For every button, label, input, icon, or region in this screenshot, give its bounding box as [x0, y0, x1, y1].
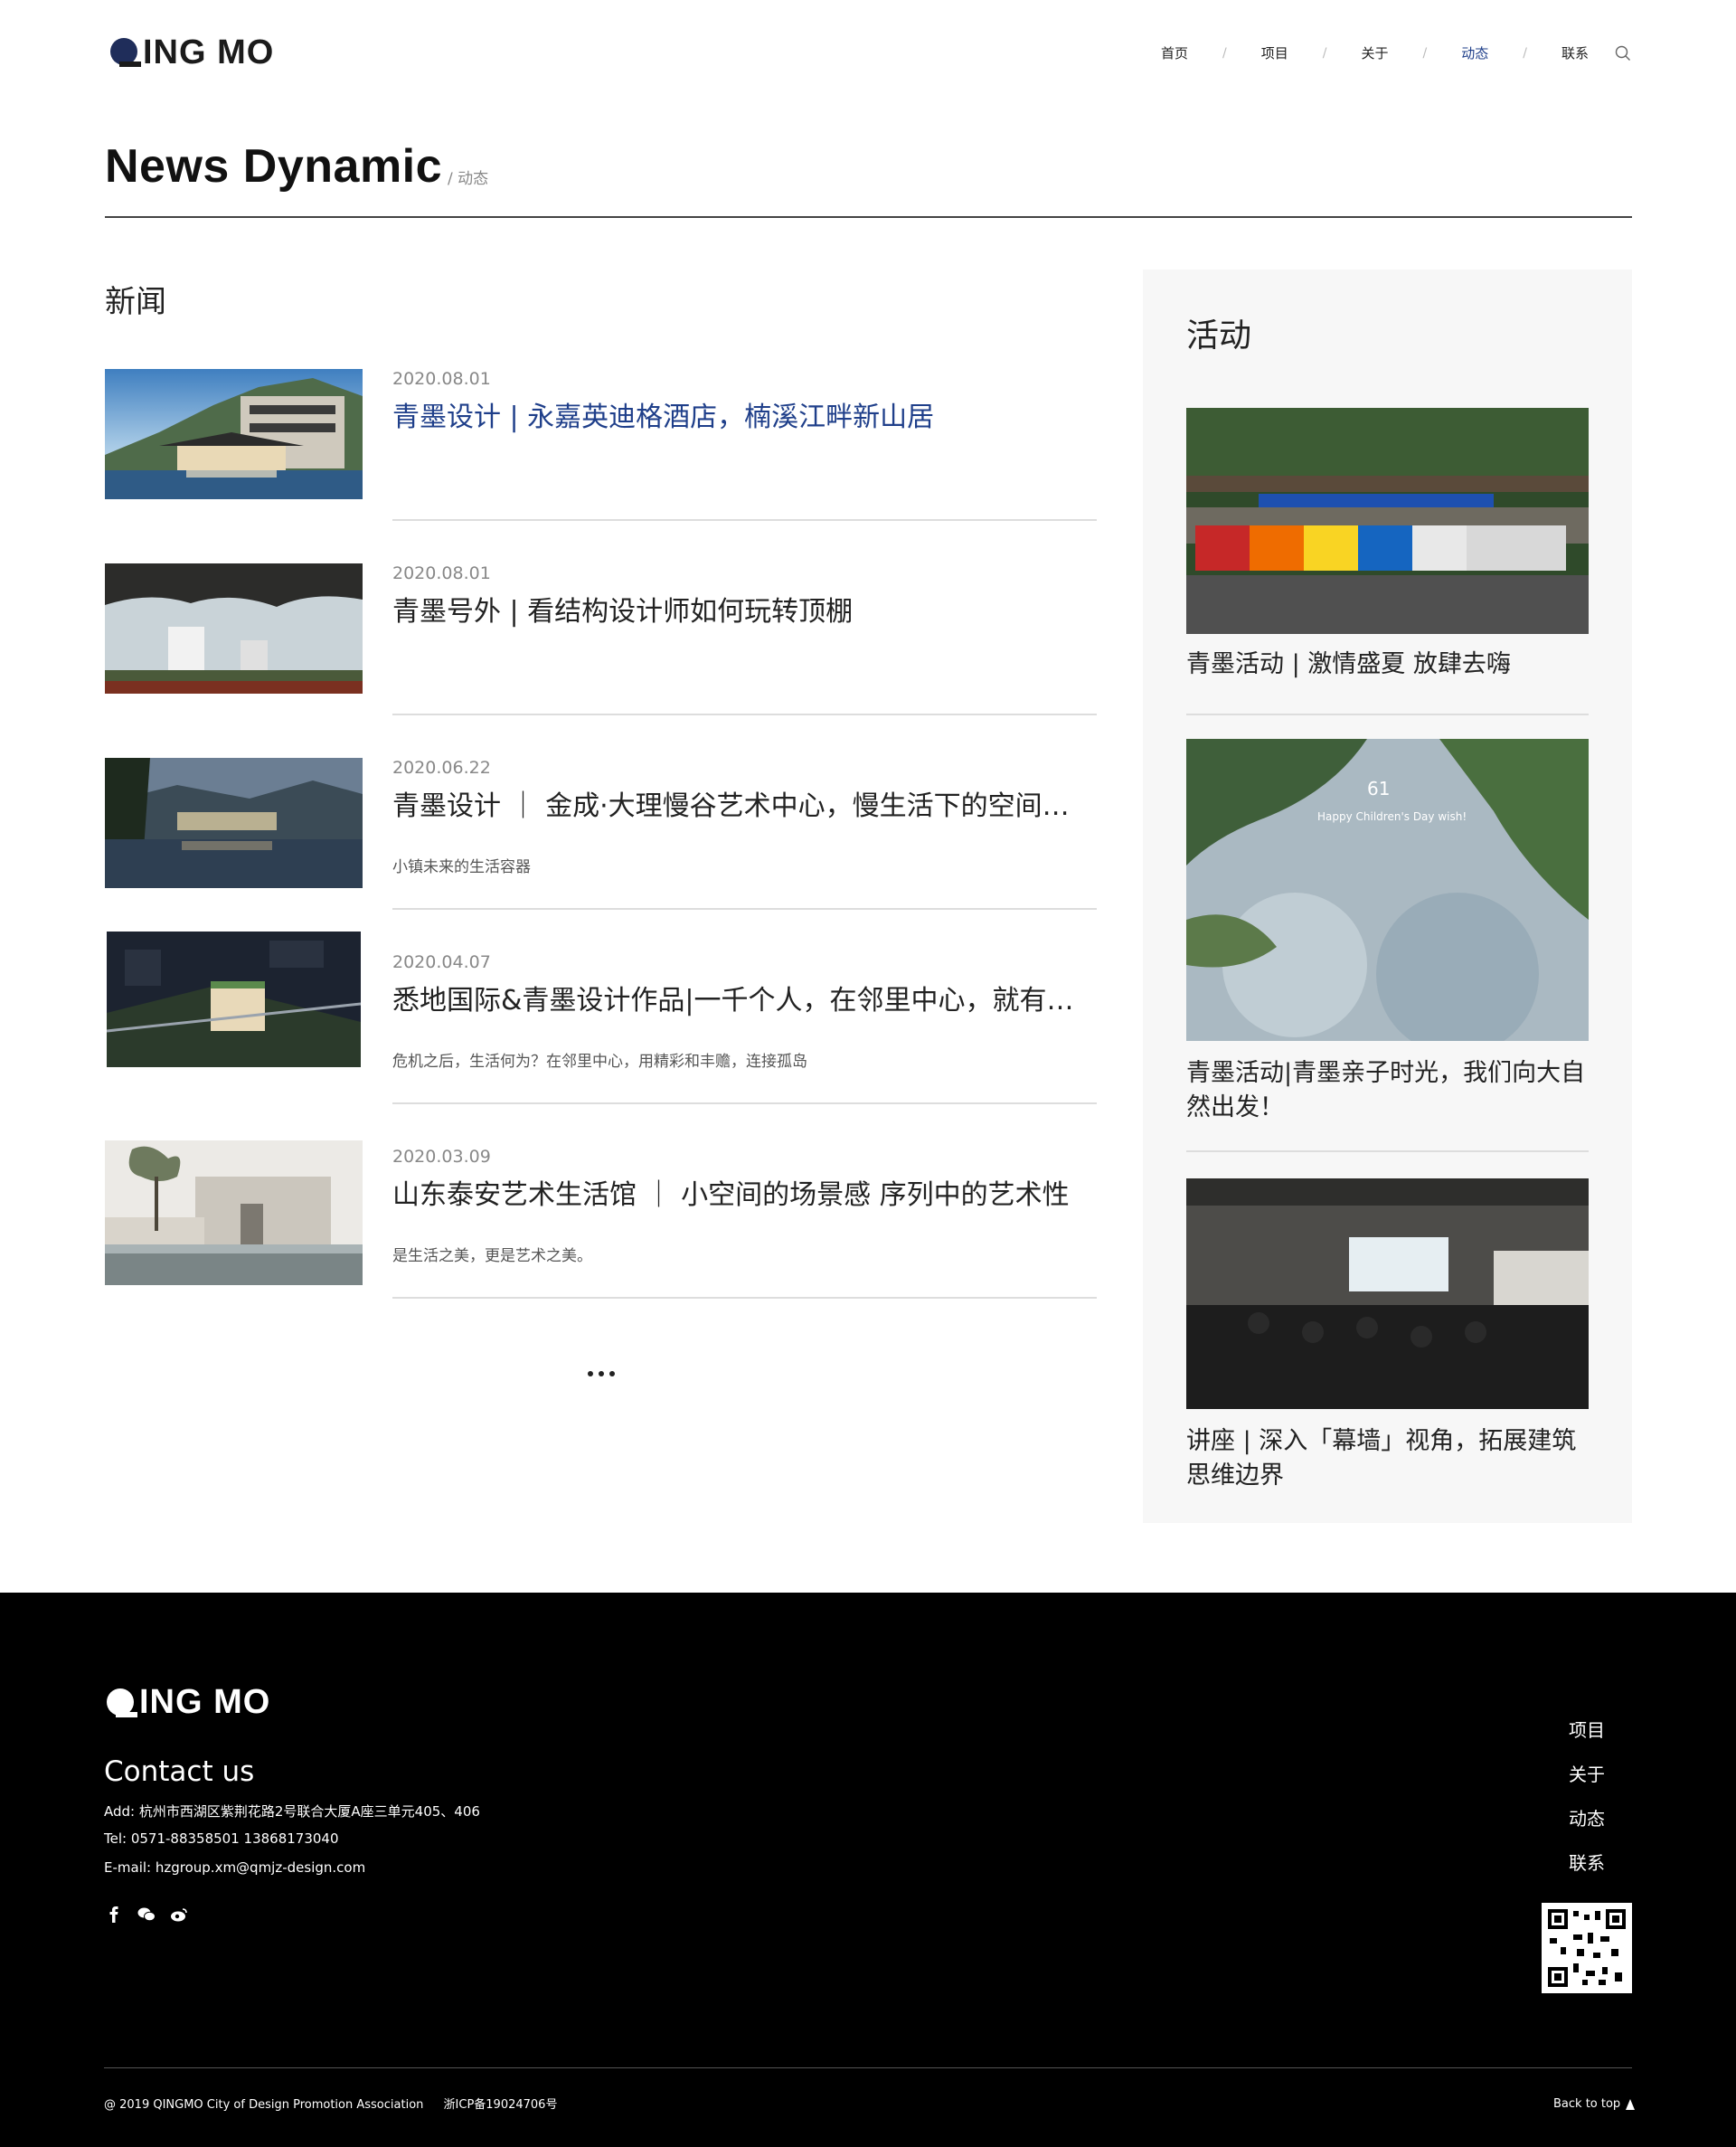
footer-nav-contact[interactable]: 联系	[1569, 1849, 1605, 1893]
wechat-qr-code-icon	[1542, 1903, 1632, 1993]
footer-logo-text: ING MO	[139, 1683, 271, 1721]
icp-license[interactable]: 浙ICP备19024706号	[444, 2098, 558, 2112]
news-divider	[392, 1102, 1097, 1104]
footer-nav-projects[interactable]: 项目	[1569, 1716, 1605, 1760]
activity-sidebar: 活动 青墨活动 | 激情盛夏 放肆去嗨 61 Happy Children's …	[1143, 270, 1632, 1523]
main-nav: 首页 / 项目 / 关于 / 动态 / 联系	[1161, 43, 1589, 62]
news-date: 2020.04.07	[392, 952, 491, 972]
page-subtitle: / 动态	[448, 170, 489, 188]
logo-q-mark-icon	[107, 1688, 137, 1717]
copyright: @ 2019 QINGMO City of Design Promotion A…	[104, 2095, 573, 2112]
copyright-text: @ 2019 QINGMO City of Design Promotion A…	[104, 2098, 424, 2112]
contact-address: Add: 杭州市西湖区紫荆花路2号联合大厦A座三单元405、406	[104, 1803, 480, 1820]
more-dots-icon[interactable]	[588, 1371, 615, 1376]
footer-nav-news[interactable]: 动态	[1569, 1804, 1605, 1849]
nav-projects[interactable]: 项目	[1261, 43, 1288, 62]
search-icon[interactable]	[1615, 45, 1631, 61]
nav-separator: /	[1422, 45, 1428, 61]
footer-nav: 项目 关于 动态 联系	[1569, 1716, 1605, 1893]
childrens-day-leaves-image[interactable]: 61 Happy Children's Day wish!	[1186, 739, 1589, 1041]
nav-separator: /	[1322, 45, 1327, 61]
activity-title[interactable]: 青墨活动 | 激情盛夏 放肆去嗨	[1186, 648, 1589, 682]
news-item[interactable]: 2020.03.09 山东泰安艺术生活馆 ｜ 小空间的场景感 序列中的艺术性 是…	[105, 1140, 1097, 1341]
page-title: News Dynamic / 动态	[105, 143, 488, 190]
nav-separator: /	[1222, 45, 1227, 61]
news-date: 2020.06.22	[392, 758, 491, 778]
nav-news[interactable]: 动态	[1461, 43, 1488, 62]
site-footer: ING MO Contact us Add: 杭州市西湖区紫荆花路2号联合大厦A…	[0, 1593, 1736, 2147]
weibo-icon[interactable]	[170, 1906, 188, 1924]
news-item[interactable]: 2020.04.07 悉地国际&青墨设计作品|一千个人，在邻里中心，就有… 危机…	[105, 932, 1097, 1147]
activity-heading: 活动	[1186, 317, 1252, 355]
activity-title[interactable]: 青墨活动|青墨亲子时光，我们向大自然出发！	[1186, 1056, 1589, 1125]
site-logo[interactable]: ING MO	[110, 33, 275, 71]
activity-divider	[1186, 714, 1589, 715]
logo-text: ING MO	[143, 33, 275, 71]
news-description: 小镇未来的生活容器	[392, 858, 531, 876]
news-item[interactable]: 2020.08.01 青墨设计 | 永嘉英迪格酒店，楠溪江畔新山居	[105, 369, 1097, 563]
nav-home[interactable]: 首页	[1161, 43, 1188, 62]
footer-nav-about[interactable]: 关于	[1569, 1760, 1605, 1804]
news-title[interactable]: 青墨设计 | 永嘉英迪格酒店，楠溪江畔新山居	[392, 394, 1096, 434]
neighborhood-center-aerial-image[interactable]	[107, 932, 361, 1067]
news-description: 是生活之美，更是艺术之美。	[392, 1247, 592, 1265]
news-title[interactable]: 青墨号外 | 看结构设计师如何玩转顶棚	[392, 589, 1096, 629]
nav-separator: /	[1523, 45, 1527, 61]
footer-logo[interactable]: ING MO	[107, 1683, 270, 1722]
news-divider	[392, 908, 1097, 910]
news-item[interactable]: 2020.08.01 青墨号外 | 看结构设计师如何玩转顶棚	[105, 563, 1097, 758]
news-title[interactable]: 山东泰安艺术生活馆 ｜ 小空间的场景感 序列中的艺术性	[392, 1172, 1096, 1212]
svg-text:Happy Children's Day wish!: Happy Children's Day wish!	[1317, 810, 1467, 823]
team-group-photo-image[interactable]	[1186, 408, 1589, 634]
activity-divider	[1186, 1150, 1589, 1152]
back-to-top-button[interactable]: Back to top	[1553, 2097, 1636, 2111]
news-title[interactable]: 悉地国际&青墨设计作品|一千个人，在邻里中心，就有…	[392, 978, 1096, 1017]
nav-contact[interactable]: 联系	[1561, 43, 1589, 62]
canopy-structure-image[interactable]	[105, 563, 363, 694]
art-pavilion-image[interactable]	[105, 1140, 363, 1285]
news-divider	[392, 1297, 1097, 1299]
contact-heading: Contact us	[104, 1755, 255, 1788]
contact-tel: Tel: 0571-88358501 13868173040	[104, 1830, 339, 1847]
wechat-icon[interactable]	[137, 1906, 156, 1924]
social-links	[105, 1906, 188, 1924]
hotel-building-image[interactable]	[105, 369, 363, 499]
facebook-icon[interactable]	[105, 1906, 123, 1924]
svg-text:61: 61	[1367, 778, 1390, 799]
contact-email[interactable]: E-mail: hzgroup.xm@qmjz-design.com	[104, 1859, 365, 1876]
back-to-top-label: Back to top	[1553, 2097, 1621, 2111]
page-title-text: News Dynamic	[105, 140, 443, 193]
nav-about[interactable]: 关于	[1361, 43, 1388, 62]
news-date: 2020.08.01	[392, 369, 491, 389]
news-divider	[392, 519, 1097, 521]
news-description: 危机之后，生活何为？在邻里中心，用精彩和丰赡，连接孤岛	[392, 1053, 807, 1071]
logo-q-mark-icon	[110, 38, 141, 67]
lakeside-art-center-image[interactable]	[105, 758, 363, 888]
title-divider	[105, 216, 1632, 218]
news-item[interactable]: 2020.06.22 青墨设计 ｜ 金成·大理慢谷艺术中心，慢生活下的空间… 小…	[105, 758, 1097, 952]
news-title[interactable]: 青墨设计 ｜ 金成·大理慢谷艺术中心，慢生活下的空间…	[392, 783, 1096, 823]
arrow-up-icon	[1626, 2098, 1636, 2110]
footer-divider	[104, 2067, 1632, 2068]
news-date: 2020.03.09	[392, 1147, 491, 1167]
news-divider	[392, 714, 1097, 715]
news-date: 2020.08.01	[392, 563, 491, 583]
activity-title[interactable]: 讲座 | 深入「幕墙」视角，拓展建筑思维边界	[1186, 1424, 1589, 1493]
site-header: ING MO 首页 / 项目 / 关于 / 动态 / 联系	[0, 0, 1736, 109]
lecture-room-image[interactable]	[1186, 1178, 1589, 1409]
news-heading: 新闻	[105, 284, 166, 320]
